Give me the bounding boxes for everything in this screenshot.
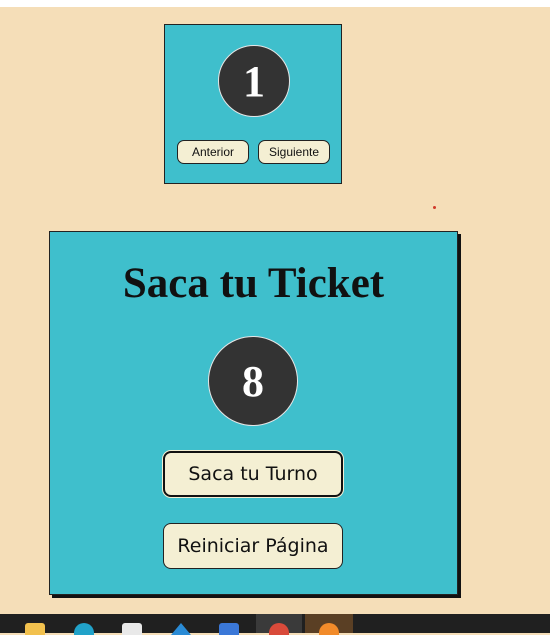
- vscode-icon[interactable]: [166, 614, 196, 635]
- reset-page-button[interactable]: Reiniciar Página: [163, 523, 343, 569]
- browser-top-edge: [0, 0, 550, 7]
- firefox-icon[interactable]: [305, 614, 353, 635]
- previous-button[interactable]: Anterior: [177, 140, 249, 164]
- turn-panel: 1 Anterior Siguiente: [164, 24, 342, 184]
- current-turn-number: 1: [218, 45, 290, 117]
- ticket-title: Saca tu Ticket: [122, 260, 385, 307]
- ticket-number: 8: [208, 336, 298, 426]
- chrome-icon[interactable]: [256, 614, 302, 635]
- edge-icon[interactable]: [69, 614, 99, 635]
- mail-icon[interactable]: [214, 614, 244, 635]
- taskbar: [0, 614, 550, 635]
- stray-dot: [433, 206, 436, 209]
- next-button[interactable]: Siguiente: [258, 140, 330, 164]
- take-turn-button[interactable]: Saca tu Turno: [163, 451, 343, 497]
- ticket-panel: Saca tu Ticket 8 Saca tu Turno Reiniciar…: [49, 231, 458, 595]
- folder-icon[interactable]: [20, 614, 50, 635]
- store-icon[interactable]: [117, 614, 147, 635]
